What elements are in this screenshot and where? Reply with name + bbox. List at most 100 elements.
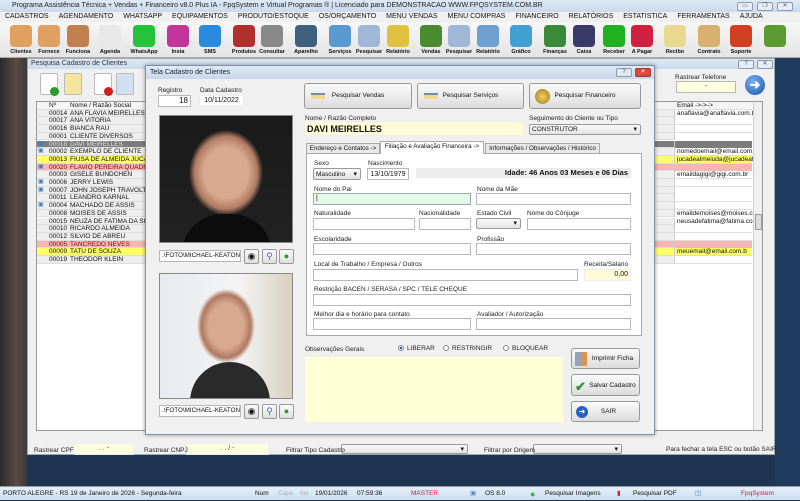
- toolbar-button-produtos[interactable]: Produtos: [229, 24, 259, 58]
- menu-os-or-amento[interactable]: OS/ORÇAMENTO: [314, 12, 381, 22]
- menu-cadastros[interactable]: CADASTROS: [0, 12, 54, 22]
- escolaridade-input[interactable]: [313, 243, 471, 255]
- edit-record-icon[interactable]: [64, 73, 82, 95]
- toolbar-button-exit[interactable]: [760, 24, 790, 58]
- menu-agendamento[interactable]: AGENDAMENTO: [54, 12, 119, 22]
- avaliador-input[interactable]: [476, 318, 631, 330]
- toolbar-button-clientes[interactable]: Clientes: [6, 24, 36, 58]
- toolbar-button-vendas[interactable]: Vendas: [416, 24, 446, 58]
- search-financial-button[interactable]: Pesquisar Financeiro: [529, 83, 641, 109]
- menu-relat-rios[interactable]: RELATÓRIOS: [564, 12, 619, 22]
- search-services-button[interactable]: Pesquisar Serviços: [417, 83, 524, 109]
- estado-civil-select[interactable]: [476, 218, 521, 229]
- exit-button[interactable]: ➜ SAIR: [571, 401, 640, 422]
- tab-affiliation-financial[interactable]: Filiação e Avaliação Financeira ->: [380, 141, 484, 154]
- column-header-email[interactable]: Email ->->->: [677, 102, 713, 110]
- toolbar-button-suporte[interactable]: Suporte: [726, 24, 756, 58]
- toolbar-button-recibo[interactable]: Recibo: [660, 24, 690, 58]
- toolbar-button-a-pagar[interactable]: A Pagar: [627, 24, 657, 58]
- observacoes-textarea[interactable]: [305, 357, 563, 422]
- menu-ajuda[interactable]: AJUDA: [735, 12, 768, 22]
- close-window-button[interactable]: ✕: [757, 60, 773, 69]
- vertical-scrollbar[interactable]: [753, 102, 762, 430]
- toolbar-button-caixa[interactable]: Caixa: [569, 24, 599, 58]
- new-record-icon[interactable]: [40, 73, 59, 96]
- tab-info-observations[interactable]: Informações / Observações / Histórico: [485, 143, 600, 153]
- profissao-input[interactable]: [476, 243, 631, 255]
- toolbar-button-fornece[interactable]: Fornece: [34, 24, 64, 58]
- toolbar-button-relat-rio[interactable]: Relatório: [473, 24, 503, 58]
- load-photo-icon-2[interactable]: ●: [279, 404, 294, 419]
- toolbar-button-sms[interactable]: SMS: [195, 24, 225, 58]
- filter-origin-select[interactable]: [533, 444, 622, 455]
- toolbar-button-pesquisar[interactable]: Pesquisar: [444, 24, 474, 58]
- menu-whatsapp[interactable]: WHATSAPP: [118, 12, 167, 22]
- segment-select[interactable]: CONSTRUTOR: [529, 124, 641, 135]
- column-header-num[interactable]: Nº: [49, 102, 56, 110]
- dialog-close-button[interactable]: ✕: [635, 68, 651, 77]
- print-sheet-button[interactable]: Imprimir Ficha: [571, 348, 640, 369]
- toolbar-button-gr-fico[interactable]: Gráfico: [506, 24, 536, 58]
- nascimento-input[interactable]: 13/10/1979: [367, 168, 409, 180]
- close-button[interactable]: ✕: [777, 2, 793, 11]
- registro-input[interactable]: 18: [158, 95, 191, 107]
- menu-menu-vendas[interactable]: MENU VENDAS: [381, 12, 442, 22]
- menu-ferramentas[interactable]: FERRAMENTAS: [672, 12, 734, 22]
- track-cnpj-input[interactable]: . . / -: [186, 443, 269, 455]
- menu-menu-compras[interactable]: MENU COMPRAS: [443, 12, 511, 22]
- photo2-path-input[interactable]: .\FOTO\MICHAEL-KEATON2: [159, 405, 241, 417]
- toolbar-button-agenda[interactable]: Agenda: [95, 24, 125, 58]
- toolbar-button-relat-rio[interactable]: Relatório: [383, 24, 413, 58]
- data-cadastro-input[interactable]: 10/11/2022: [199, 95, 244, 106]
- conjuge-input[interactable]: [527, 218, 631, 230]
- toolbar-button-pesquisar[interactable]: Pesquisar: [354, 24, 384, 58]
- toolbar-button-finan-as[interactable]: Finanças: [540, 24, 570, 58]
- zoom-photo-icon[interactable]: ⚲: [262, 249, 277, 264]
- save-button[interactable]: ✔ Salvar Cadastro: [571, 374, 640, 396]
- radio-bloquear[interactable]: BLOQUEAR: [503, 345, 548, 352]
- filter-type-select[interactable]: [341, 444, 468, 455]
- search-sales-button[interactable]: Pesquisar Vendas: [304, 83, 412, 109]
- zoom-photo-icon-2[interactable]: ⚲: [262, 404, 277, 419]
- sexo-select[interactable]: Masculino: [313, 168, 361, 181]
- photo1-path-input[interactable]: .\FOTO\MICHAEL-KEATONJ: [159, 250, 241, 262]
- menu-financeiro[interactable]: FINANCEIRO: [510, 12, 563, 22]
- search-pdf-link[interactable]: Pesquisar PDF: [633, 487, 677, 501]
- radio-liberar[interactable]: LIBERAR: [398, 345, 435, 352]
- toolbar-button-consultar[interactable]: Consultar: [257, 24, 287, 58]
- load-photo-icon[interactable]: ●: [279, 249, 294, 264]
- naturalidade-input[interactable]: [313, 218, 415, 230]
- webcam-icon-2[interactable]: ◉: [244, 404, 259, 419]
- whatsapp-small-icon[interactable]: ●: [530, 487, 535, 501]
- menu-estatistica[interactable]: ESTATISTICA: [618, 12, 672, 22]
- toolbar-button-insta[interactable]: Insta: [163, 24, 193, 58]
- tab-address-contacts[interactable]: Endereço e Contatos ->: [306, 143, 380, 153]
- toolbar-button-funciona[interactable]: Funciona: [63, 24, 93, 58]
- help-button[interactable]: ?: [738, 60, 754, 69]
- radio-restringir[interactable]: RESTRINGIR: [443, 345, 492, 352]
- track-cpf-input[interactable]: . . -: [74, 443, 134, 455]
- column-header-name[interactable]: Nome / Razão Social: [70, 102, 131, 110]
- dialog-help-button[interactable]: ?: [616, 68, 632, 77]
- track-phone-input[interactable]: -: [676, 81, 736, 93]
- toolbar-button-contrato[interactable]: Contrato: [694, 24, 724, 58]
- toolbar-button-whatsapp[interactable]: WhatsApp: [129, 24, 159, 58]
- toolbar-button-receber[interactable]: Receber: [599, 24, 629, 58]
- restore-button[interactable]: ❐: [757, 2, 773, 11]
- search-images-link[interactable]: Pesquisar Imagens: [545, 487, 601, 501]
- delete-record-icon[interactable]: [94, 73, 113, 96]
- pai-input[interactable]: |: [313, 193, 471, 205]
- menu-equipamentos[interactable]: EQUIPAMENTOS: [167, 12, 233, 22]
- minimize-button[interactable]: ▭: [737, 2, 753, 11]
- toolbar-button-servi-os[interactable]: Serviços: [325, 24, 355, 58]
- menu-produto-estoque[interactable]: PRODUTO/ESTOQUE: [233, 12, 314, 22]
- webcam-icon[interactable]: ◉: [244, 249, 259, 264]
- print-icon[interactable]: [116, 73, 134, 95]
- mae-input[interactable]: [476, 193, 631, 205]
- toolbar-button-aparelho[interactable]: Aparelho: [291, 24, 321, 58]
- melhor-contato-input[interactable]: [313, 318, 471, 330]
- receita-input[interactable]: 0,00: [584, 269, 631, 281]
- local-trabalho-input[interactable]: [313, 269, 578, 281]
- nome-input[interactable]: DAVI MEIRELLES: [304, 121, 524, 136]
- go-arrow-icon[interactable]: ➜: [745, 75, 765, 95]
